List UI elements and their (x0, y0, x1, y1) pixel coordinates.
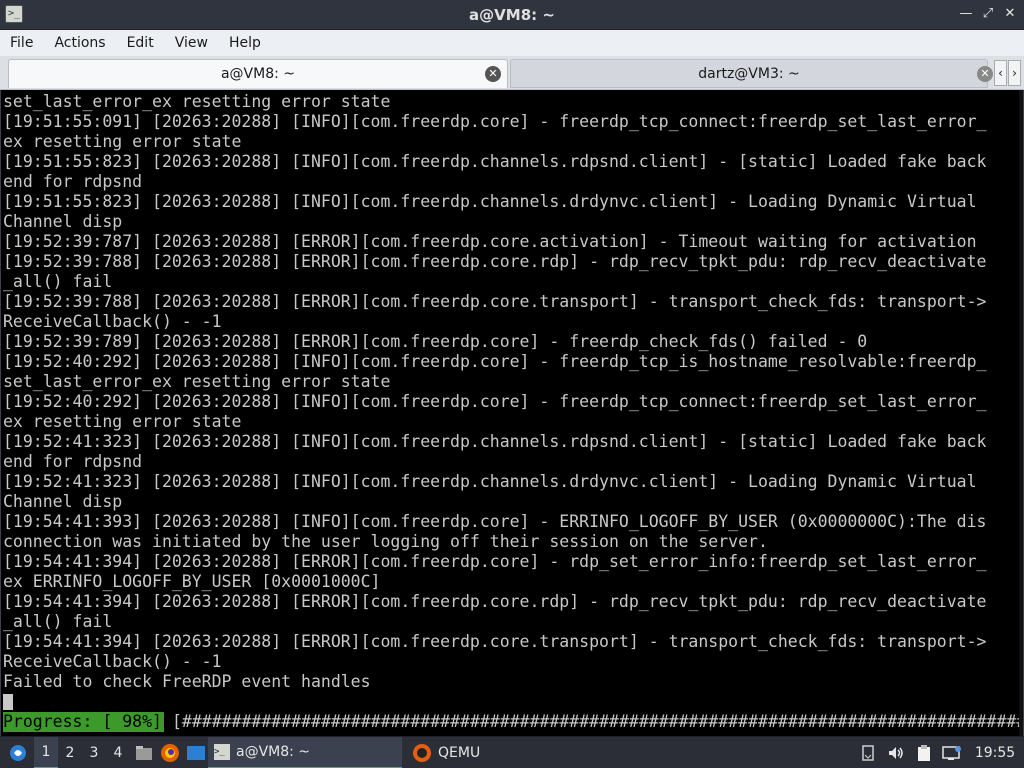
terminal-line: Failed to check FreeRDP event handles (3, 672, 371, 691)
distro-menu-icon[interactable] (2, 737, 34, 768)
terminal-output[interactable]: set_last_error_ex resetting error state[… (0, 90, 1024, 736)
tab-dartz-vm3[interactable]: dartz@VM3: ~ ✕ (510, 59, 993, 88)
terminal-line: ex resetting error state (3, 412, 242, 431)
terminal-line: [19:54:41:394] [20263:20288] [ERROR][com… (3, 552, 987, 571)
taskbar-window-label: QEMU (438, 744, 481, 761)
terminal-line: ReceiveCallback() - -1 (3, 652, 222, 671)
menu-bar: File Actions Edit View Help (0, 30, 1024, 56)
terminal-text: set_last_error_ex resetting error state[… (3, 92, 1023, 732)
clipboard-icon[interactable] (910, 737, 938, 768)
window-title: a@VM8: ~ (469, 5, 555, 24)
terminal-line: [19:52:39:789] [20263:20288] [ERROR][com… (3, 332, 868, 351)
terminal-line: [19:52:40:292] [20263:20288] [INFO][com.… (3, 392, 987, 411)
terminal-line: [19:54:41:394] [20263:20288] [ERROR][com… (3, 592, 987, 611)
taskbar-window-label: a@VM8: ~ (236, 743, 311, 760)
terminal-line: [19:51:55:091] [20263:20288] [INFO][com.… (3, 112, 987, 131)
tab-label: a@VM8: ~ (220, 66, 296, 82)
network-icon[interactable] (938, 737, 966, 768)
progress-label: Progress: [ 98%] (3, 712, 164, 732)
terminal-icon[interactable]: >_ (5, 5, 23, 23)
terminal-line: end for rdpsnd (3, 172, 143, 191)
close-icon[interactable]: ✕ (977, 66, 993, 82)
terminal-line: [19:52:41:323] [20263:20288] [INFO][com.… (3, 432, 987, 451)
close-icon[interactable]: ✕ (1000, 4, 1020, 24)
progress-bar: [#######################################… (171, 712, 1024, 731)
menu-actions[interactable]: Actions (48, 35, 111, 51)
close-icon[interactable]: ✕ (485, 66, 501, 82)
terminal-scrollbar[interactable] (1019, 90, 1023, 736)
terminal-line: _all() fail (3, 272, 113, 291)
qemu-icon (413, 743, 431, 762)
window-titlebar[interactable]: >_ a@VM8: ~ — ⤢ ✕ (0, 0, 1024, 30)
menu-view[interactable]: View (169, 35, 214, 51)
terminal-line: [19:54:41:393] [20263:20288] [INFO][com.… (3, 512, 987, 531)
terminal-line: [19:52:40:292] [20263:20288] [INFO][com.… (3, 352, 987, 371)
clock[interactable]: 19:55 (966, 737, 1024, 768)
terminal-icon: >_ (214, 743, 230, 760)
taskbar-window-terminal[interactable]: >_ a@VM8: ~ (208, 736, 402, 768)
terminal-line: [19:52:39:788] [20263:20288] [ERROR][com… (3, 252, 987, 271)
taskbar-window-qemu[interactable]: QEMU (406, 737, 526, 768)
terminal-line: ex resetting error state (3, 132, 242, 151)
file-manager-icon[interactable] (132, 737, 156, 768)
menu-file[interactable]: File (4, 35, 39, 51)
tab-a-vm8[interactable]: a@VM8: ~ ✕ (8, 59, 508, 88)
tab-bar: a@VM8: ~ ✕ dartz@VM3: ~ ✕ ‹ › (0, 56, 1024, 90)
terminal-line: Channel disp (3, 212, 123, 231)
taskbar: 1 2 3 4 >_ a@VM8: ~ QEMU 19:55 (0, 736, 1024, 768)
terminal-line: [19:54:41:394] [20263:20288] [ERROR][com… (3, 632, 987, 651)
system-tray: 19:55 (854, 737, 1024, 768)
terminal-line: _all() fail (3, 612, 113, 631)
volume-icon[interactable] (882, 737, 910, 768)
workspace-4[interactable]: 4 (106, 737, 130, 768)
terminal-line: ex ERRINFO_LOGOFF_BY_USER [0x0001000C] (3, 572, 381, 591)
tab-scroll-left-icon[interactable]: ‹ (994, 60, 1007, 86)
terminal-line: ReceiveCallback() - -1 (3, 312, 222, 331)
workspace-3[interactable]: 3 (82, 737, 106, 768)
workspace-1[interactable]: 1 (34, 736, 58, 768)
window-controls: — ⤢ ✕ (956, 4, 1020, 24)
terminal-line: end for rdpsnd (3, 452, 143, 471)
terminal-cursor (3, 694, 13, 710)
terminal-line: set_last_error_ex resetting error state (3, 92, 391, 111)
notification-icon[interactable] (854, 737, 882, 768)
firefox-icon[interactable] (158, 737, 182, 768)
terminal-line: [19:51:55:823] [20263:20288] [INFO][com.… (3, 152, 987, 171)
terminal-line: connection was initiated by the user log… (3, 532, 768, 551)
progress-row: Progress: [ 98%] [#######################… (3, 712, 1023, 732)
terminal-line: set_last_error_ex resetting error state (3, 372, 391, 391)
tab-scroll-right-icon[interactable]: › (1008, 60, 1021, 86)
menu-help[interactable]: Help (223, 35, 267, 51)
terminal-line: [19:52:39:788] [20263:20288] [ERROR][com… (3, 292, 987, 311)
tab-label: dartz@VM3: ~ (698, 65, 800, 82)
workspace-2[interactable]: 2 (58, 737, 82, 768)
terminal-line: [19:51:55:823] [20263:20288] [INFO][com.… (3, 192, 977, 211)
terminal-line: [19:52:39:787] [20263:20288] [ERROR][com… (3, 232, 977, 251)
menu-edit[interactable]: Edit (121, 35, 160, 51)
terminal-line: [19:52:41:323] [20263:20288] [INFO][com.… (3, 472, 977, 491)
minimize-icon[interactable]: — (956, 4, 976, 24)
terminal-cursor-row (3, 692, 1003, 712)
desktop-icon[interactable] (184, 737, 208, 768)
terminal-line: Channel disp (3, 492, 123, 511)
maximize-icon[interactable]: ⤢ (978, 4, 998, 24)
